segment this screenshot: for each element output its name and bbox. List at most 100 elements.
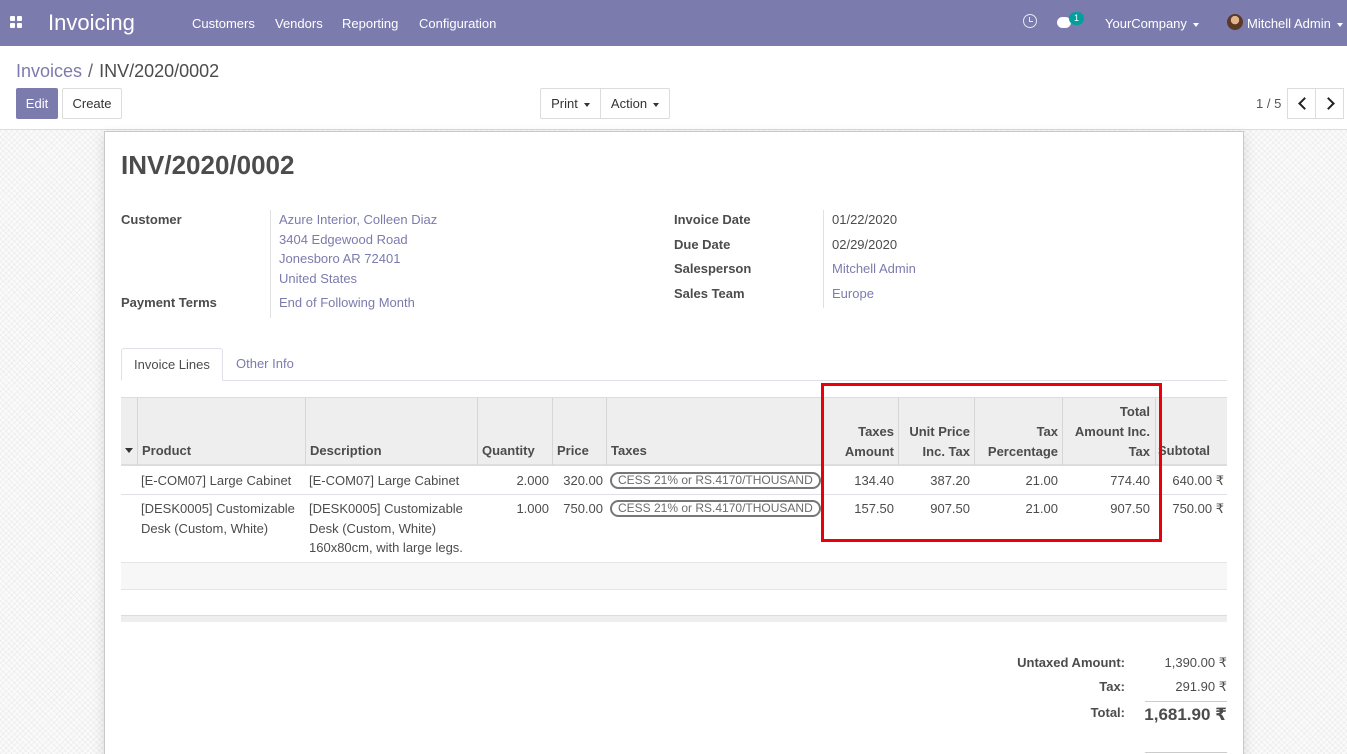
row-product: Desk (Custom, White) [141, 521, 269, 536]
customer-street[interactable]: 3404 Edgewood Road [279, 232, 408, 247]
company-switcher[interactable]: YourCompany [1105, 16, 1199, 31]
menu-configuration[interactable]: Configuration [419, 16, 496, 31]
empty-row [121, 562, 1227, 590]
app-title[interactable]: Invoicing [48, 10, 135, 36]
header-taxes-amount[interactable]: Taxes Amount [826, 422, 894, 462]
top-navbar: Invoicing Customers Vendors Reporting Co… [0, 0, 1347, 46]
chevron-down-icon [583, 102, 590, 107]
row-price: 750.00 [563, 501, 603, 516]
header-line: Taxes [858, 424, 894, 439]
header-line: Amount [844, 444, 894, 459]
invoice-date-label: Invoice Date [674, 212, 751, 227]
row-description: [E-COM07] Large Cabinet [309, 473, 460, 488]
column-separator [477, 398, 478, 466]
tab-other-info[interactable]: Other Info [224, 348, 306, 381]
action-label: Action [610, 96, 648, 111]
user-name: Mitchell Admin [1247, 16, 1331, 31]
print-dropdown[interactable]: Print [540, 88, 601, 119]
header-line: Amount Inc. [1074, 424, 1150, 439]
header-line: Unit Price [909, 424, 970, 439]
invoice-number: INV/2020/0002 [121, 150, 295, 180]
field-separator [823, 210, 824, 308]
column-separator [305, 398, 306, 466]
menu-vendors[interactable]: Vendors [275, 16, 323, 31]
due-date-value: 02/29/2020 [832, 237, 898, 252]
caret-down-icon[interactable] [125, 448, 133, 453]
menu-reporting[interactable]: Reporting [342, 16, 398, 31]
breadcrumb: Invoices / INV/2020/0002 [16, 61, 219, 82]
row-taxes-amount: 157.50 [854, 501, 894, 516]
clock-icon[interactable] [1023, 14, 1037, 28]
header-tax-percentage[interactable]: Tax Percentage [976, 422, 1058, 462]
header-taxes[interactable]: Taxes [611, 441, 647, 461]
chevron-down-icon [1336, 22, 1343, 27]
customer-country[interactable]: United States [279, 271, 357, 286]
row-tax-percentage: 21.00 [1025, 501, 1058, 516]
totals-divider [1145, 701, 1227, 702]
header-product[interactable]: Product [142, 441, 191, 461]
create-button[interactable]: Create [62, 88, 122, 119]
column-separator [1062, 398, 1063, 466]
salesperson-value[interactable]: Mitchell Admin [832, 261, 916, 276]
table-footer [121, 615, 1227, 622]
header-total-amount-inc-tax[interactable]: Total Amount Inc. Tax [1064, 402, 1150, 462]
tax-label: Tax: [1099, 679, 1125, 694]
row-description: [DESK0005] Customizable [309, 501, 463, 516]
salesperson-label: Salesperson [674, 261, 752, 276]
apps-icon[interactable] [10, 16, 23, 29]
sales-team-value[interactable]: Europe [832, 286, 874, 301]
breadcrumb-invoices[interactable]: Invoices [16, 61, 82, 81]
breadcrumb-current: INV/2020/0002 [99, 61, 220, 81]
totals-divider [1145, 752, 1227, 753]
column-separator [552, 398, 553, 466]
due-date-label: Due Date [674, 237, 731, 252]
pager-previous-button[interactable] [1287, 88, 1316, 119]
pager-next-button[interactable] [1315, 88, 1344, 119]
header-line: Tax [1128, 444, 1150, 459]
header-unit-price-inc-tax[interactable]: Unit Price Inc. Tax [900, 422, 970, 462]
menu-customers[interactable]: Customers [192, 16, 255, 31]
tax-tag: CESS 21% or RS.4170/THOUSAND [610, 500, 821, 517]
row-quantity: 1.000 [516, 501, 549, 516]
row-description: 160x80cm, with large legs. [309, 540, 463, 555]
row-total-inc-tax: 774.40 [1110, 473, 1150, 488]
pager-value[interactable]: 1 / 5 [1256, 96, 1281, 111]
chevron-right-icon [1322, 97, 1335, 110]
untaxed-amount-value: 1,390.00 ₹ [1164, 655, 1228, 670]
row-quantity: 2.000 [516, 473, 549, 488]
customer-city[interactable]: Jonesboro AR 72401 [279, 251, 400, 266]
row-product: [E-COM07] Large Cabinet [141, 473, 292, 488]
column-separator [974, 398, 975, 466]
user-menu[interactable]: Mitchell Admin [1247, 16, 1343, 31]
avatar[interactable] [1227, 14, 1243, 30]
action-dropdown[interactable]: Action [600, 88, 670, 119]
column-separator [606, 398, 607, 466]
total-value: 1,681.90 ₹ [1144, 705, 1227, 724]
header-price[interactable]: Price [557, 441, 589, 461]
tab-invoice-lines[interactable]: Invoice Lines [121, 348, 223, 381]
column-separator [137, 398, 138, 466]
row-subtotal: 640.00 ₹ [1172, 473, 1224, 488]
field-separator [270, 210, 271, 318]
row-divider [121, 494, 1227, 495]
chevron-down-icon [653, 102, 660, 107]
row-product: [DESK0005] Customizable [141, 501, 295, 516]
header-line: Total [1119, 404, 1150, 419]
row-subtotal: 750.00 ₹ [1172, 501, 1224, 516]
row-taxes-amount: 134.40 [854, 473, 894, 488]
header-subtotal[interactable]: Subtotal [1155, 441, 1210, 461]
row-price: 320.00 [563, 473, 603, 488]
header-description[interactable]: Description [310, 441, 382, 461]
company-name: YourCompany [1105, 16, 1187, 31]
customer-name[interactable]: Azure Interior, Colleen Diaz [279, 212, 437, 227]
column-separator [898, 398, 899, 466]
row-unit-price-inc-tax: 907.50 [930, 501, 970, 516]
header-quantity[interactable]: Quantity [482, 441, 535, 461]
payment-terms-value[interactable]: End of Following Month [279, 295, 415, 310]
payment-terms-label: Payment Terms [121, 295, 217, 310]
edit-button[interactable]: Edit [16, 88, 58, 119]
print-label: Print [551, 96, 578, 111]
row-tax-percentage: 21.00 [1025, 473, 1058, 488]
header-line: Percentage [987, 444, 1058, 459]
chevron-down-icon [1192, 22, 1199, 27]
